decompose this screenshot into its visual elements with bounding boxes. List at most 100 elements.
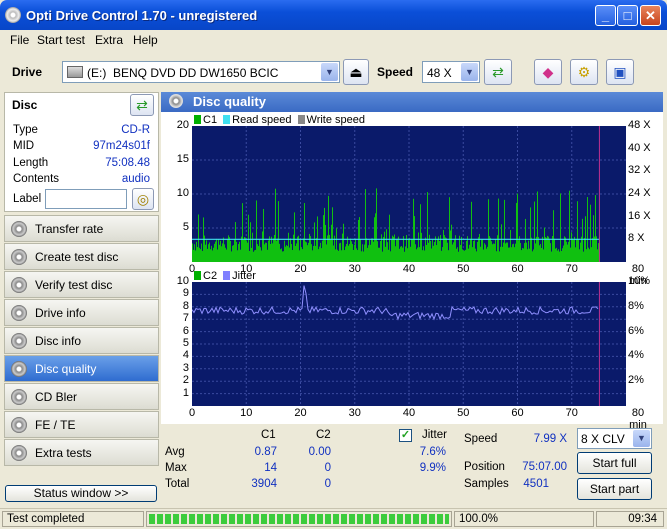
c1-bar — [450, 230, 451, 262]
c1-bar — [394, 234, 395, 262]
nav-fe-te[interactable]: FE / TE — [4, 411, 159, 438]
start-full-button[interactable]: Start full — [577, 452, 652, 474]
c1-bar — [551, 251, 552, 262]
c1-bar — [595, 195, 596, 262]
speed-select[interactable]: 48 X ▼ — [422, 61, 480, 83]
c1-bar — [388, 249, 389, 262]
c1-bar — [442, 247, 443, 262]
menu-help[interactable]: Help — [133, 33, 158, 47]
erase-button[interactable]: ◆ — [534, 59, 562, 85]
maximize-button[interactable]: □ — [617, 5, 638, 26]
refresh-button[interactable]: ⇄ — [484, 59, 512, 85]
c1-bar — [423, 246, 424, 262]
c1-bar — [211, 245, 212, 262]
chevron-down-icon[interactable]: ▼ — [633, 430, 650, 447]
c1-bar — [320, 242, 321, 262]
start-part-button[interactable]: Start part — [577, 478, 652, 500]
speed-stat-value: 7.99 X — [533, 433, 567, 445]
samples-value: 4501 — [523, 478, 549, 490]
save-button[interactable]: ▣ — [606, 59, 634, 85]
c1-bar — [540, 243, 541, 262]
progress-text: 100.0% — [454, 511, 594, 527]
c1-bar — [267, 249, 268, 262]
minimize-button[interactable]: _ — [595, 5, 616, 26]
c1-bar — [236, 241, 237, 262]
c1-bar — [233, 245, 234, 262]
c1-bar — [560, 193, 561, 262]
c1-bar — [295, 245, 296, 262]
c1-bar — [364, 244, 365, 262]
legend-swatch — [194, 271, 201, 280]
legend-swatch — [223, 115, 231, 124]
total-c2: 0 — [324, 478, 331, 490]
c1-bar — [422, 250, 423, 262]
c1-bar — [597, 249, 598, 262]
settings-button[interactable]: ⚙ — [570, 59, 598, 85]
label-button[interactable]: ◎ — [132, 188, 154, 210]
nav-drive-info[interactable]: Drive info — [4, 299, 159, 326]
x-tick: 20 — [294, 263, 307, 275]
c1-bar — [481, 239, 482, 262]
c1-chart-svg — [192, 126, 626, 262]
c1-bar — [521, 250, 522, 262]
nav-verify-test-disc[interactable]: Verify test disc — [4, 271, 159, 298]
legend-c1: C1 — [203, 114, 218, 126]
x-tick: 40 — [402, 407, 416, 419]
c1-bar — [581, 236, 582, 262]
c1-bar — [223, 237, 224, 262]
chevron-down-icon[interactable]: ▼ — [321, 63, 338, 81]
c1-bar — [297, 236, 298, 262]
type-key: Type — [13, 124, 38, 136]
c1-bar — [466, 240, 467, 262]
c1-bar — [215, 241, 216, 262]
c1-bar — [356, 248, 357, 262]
nav-cd-bler[interactable]: CD Bler — [4, 383, 159, 410]
c1-bar — [519, 236, 520, 262]
menu-extra[interactable]: Extra — [95, 33, 123, 47]
drive-name: BENQ DVD DD DW1650 BCIC — [113, 66, 279, 80]
c1-bar — [301, 247, 302, 262]
c1-bar — [563, 245, 564, 262]
c1-bar — [256, 200, 257, 262]
y-tick-left: 15 — [176, 153, 189, 165]
c1-bar — [419, 247, 420, 262]
disc-icon — [11, 333, 27, 349]
c1-bar — [403, 236, 404, 262]
chevron-down-icon[interactable]: ▼ — [461, 63, 478, 81]
menu-start-test[interactable]: Start test — [37, 33, 85, 47]
c1-bar — [323, 215, 324, 262]
c1-bar — [556, 247, 557, 262]
c1-bar — [192, 243, 193, 262]
legend-swatch — [194, 115, 201, 124]
c1-bar — [517, 193, 518, 262]
c1-bar — [209, 242, 210, 262]
c1-bar — [513, 243, 514, 262]
disc-refresh-button[interactable]: ⇄ — [130, 94, 154, 116]
nav-disc-info[interactable]: Disc info — [4, 327, 159, 354]
c1-bar — [588, 247, 589, 262]
label-input[interactable] — [45, 189, 127, 209]
nav-extra-tests[interactable]: Extra tests — [4, 439, 159, 466]
c1-bar — [421, 232, 422, 262]
c1-bar — [389, 214, 390, 262]
disc-icon — [11, 305, 27, 321]
jitter-label: Jitter — [422, 429, 447, 441]
jitter-checkbox[interactable]: ✓ — [399, 429, 412, 442]
c1-bar — [462, 249, 463, 262]
drive-select[interactable]: (E:) BENQ DVD DD DW1650 BCIC ▼ — [62, 61, 340, 83]
status-window-button[interactable]: Status window >> — [5, 485, 157, 502]
c1-bar — [244, 237, 245, 262]
c1-bar — [546, 237, 547, 262]
y-tick-left: 6 — [182, 324, 189, 337]
eject-button[interactable]: ⏏ — [343, 59, 369, 85]
c1-bar — [337, 249, 338, 262]
c1-bar — [424, 250, 425, 262]
nav-create-test-disc[interactable]: Create test disc — [4, 243, 159, 270]
nav-transfer-rate[interactable]: Transfer rate — [4, 215, 159, 242]
speed-mode-select[interactable]: 8 X CLV ▼ — [577, 428, 652, 449]
disc-icon — [169, 94, 183, 108]
c1-bar — [212, 250, 213, 262]
menu-file[interactable]: File — [10, 33, 29, 47]
close-button[interactable]: ✕ — [640, 5, 661, 26]
nav-disc-quality[interactable]: Disc quality — [4, 355, 159, 382]
